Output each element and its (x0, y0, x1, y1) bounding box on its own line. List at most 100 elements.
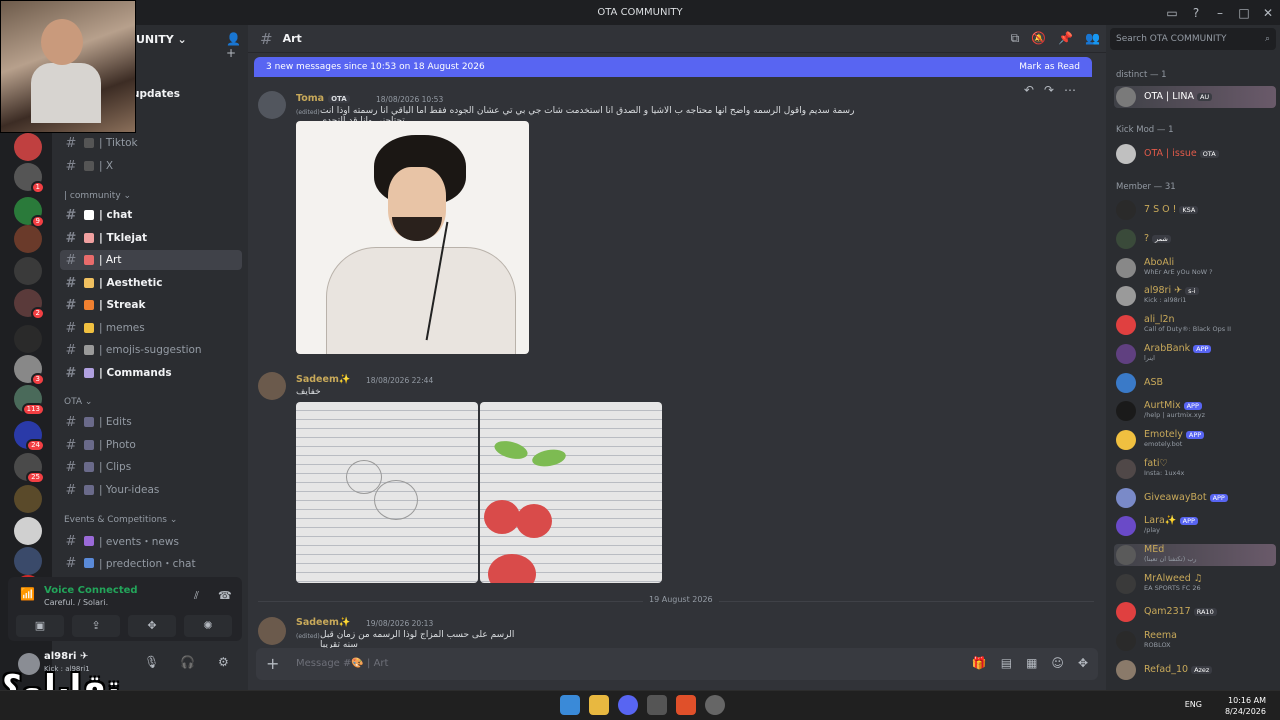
disconnect-icon[interactable]: ☎ (218, 589, 232, 602)
channel-streak[interactable]: # | Streak (60, 295, 242, 315)
close-icon[interactable]: ✕ (1256, 6, 1280, 20)
members-icon[interactable]: 👥 (1085, 31, 1100, 46)
clock[interactable]: 10:16 AM 8/24/2026 (1225, 695, 1266, 717)
more-icon[interactable]: ⋯ (1064, 83, 1076, 97)
member-item[interactable]: Lara✨ APP/play (1114, 515, 1276, 537)
discord-icon[interactable] (618, 695, 638, 715)
reply-icon[interactable]: ↶ (1024, 83, 1034, 97)
pin-icon[interactable]: 📌 (1058, 31, 1073, 46)
channel-emojissuggestion[interactable]: # | emojis-suggestion (60, 340, 242, 360)
server-icon[interactable] (14, 485, 42, 513)
app-icon[interactable] (705, 695, 725, 715)
member-item[interactable]: 7 S O ! KSA (1114, 199, 1276, 221)
channel-memes[interactable]: # | memes (60, 318, 242, 338)
avatar[interactable] (258, 617, 286, 645)
server-icon[interactable] (14, 547, 42, 575)
channel-tiktok[interactable]: # | Tiktok (60, 133, 242, 153)
avatar[interactable] (258, 91, 286, 119)
soundboard-button[interactable]: ✺ (184, 615, 232, 637)
avatar[interactable] (258, 372, 286, 400)
server-icon[interactable] (14, 257, 42, 285)
inbox-icon[interactable]: ▭ (1160, 6, 1184, 20)
member-item[interactable]: OTA | LINA AU (1114, 86, 1276, 108)
channel-yourideas[interactable]: # | Your-ideas (60, 480, 242, 500)
server-icon[interactable]: 3 (14, 355, 45, 386)
server-icon[interactable]: 24 (14, 421, 45, 452)
channel-clips[interactable]: # | Clips (60, 457, 242, 477)
guild-name[interactable]: UNITY ⌄ (136, 33, 187, 46)
channel-chat[interactable]: # | chat (60, 205, 242, 225)
server-icon[interactable]: 113 (14, 385, 45, 416)
server-icon[interactable]: 25 (14, 453, 45, 484)
message-composer[interactable]: + Message #🎨 | Art 🎁 ▤ ▦ ☺ ✥ (256, 648, 1098, 680)
headphones-icon[interactable]: 🎧 (180, 655, 195, 669)
server-icon[interactable]: 2 (14, 289, 45, 320)
composer-placeholder[interactable]: Message #🎨 | Art (296, 658, 388, 669)
camera-button[interactable]: ▣ (16, 615, 64, 637)
channel-commands[interactable]: # | Commands (60, 363, 242, 383)
member-item[interactable]: OTA | issue OTA (1114, 143, 1276, 165)
threads-icon[interactable]: ⧉ (1011, 31, 1020, 46)
channel-edits[interactable]: # | Edits (60, 412, 242, 432)
mic-icon[interactable]: 🎙 (144, 655, 159, 669)
mark-read-button[interactable]: Mark as Read (1019, 62, 1080, 72)
channel-x[interactable]: # | X (60, 156, 242, 176)
member-item[interactable]: MEd (تكتفنا ان تعبنا) رب (1114, 544, 1276, 566)
server-icon[interactable]: 1 (14, 163, 45, 194)
minimize-icon[interactable]: – (1208, 6, 1232, 20)
member-item[interactable]: Reema ROBLOX (1114, 630, 1276, 652)
user-name[interactable]: al98ri ✈ (44, 651, 88, 662)
obs-icon[interactable] (647, 695, 667, 715)
server-icon[interactable] (14, 325, 42, 353)
forward-icon[interactable]: ↷ (1044, 83, 1054, 97)
member-item[interactable]: GiveawayBot APP (1114, 487, 1276, 509)
channel-events-news[interactable]: # | events・news (60, 531, 242, 551)
channel-aesthetic[interactable]: # | Aesthetic (60, 273, 242, 293)
server-icon[interactable] (14, 225, 42, 253)
search-input[interactable]: Search OTA COMMUNITY ⌕ (1110, 28, 1276, 50)
server-icon[interactable]: 9 (14, 197, 45, 228)
member-item[interactable]: Refad_10 Azez (1114, 659, 1276, 681)
channel-category[interactable]: | community ⌄ (64, 191, 131, 201)
gif-icon[interactable]: ▤ (1001, 656, 1012, 670)
tray-language[interactable]: ENG (1185, 700, 1202, 709)
brave-icon[interactable] (676, 695, 696, 715)
new-messages-bar[interactable]: 3 new messages since 10:53 on 18 August … (254, 57, 1092, 77)
member-item[interactable]: ASB (1114, 372, 1276, 394)
activities-button[interactable]: ✥ (128, 615, 176, 637)
server-icon[interactable] (14, 133, 42, 161)
channel-art[interactable]: # | Art (60, 250, 242, 270)
sticker-icon[interactable]: ▦ (1026, 656, 1037, 670)
mute-icon[interactable]: 🔕 (1031, 31, 1046, 46)
channel-category[interactable]: OTA ⌄ (64, 397, 92, 407)
message-author[interactable]: Sadeem✨ (296, 374, 351, 385)
file-explorer-icon[interactable] (589, 695, 609, 715)
plus-icon[interactable]: + (266, 654, 279, 673)
gear-icon[interactable]: ⚙ (218, 655, 229, 669)
attachment-image[interactable] (296, 121, 529, 354)
gift-icon[interactable]: 🎁 (972, 656, 987, 670)
member-item[interactable]: Qam2317 RA10 (1114, 601, 1276, 623)
channel-category[interactable]: Events & Competitions ⌄ (64, 515, 177, 525)
message-author[interactable]: Toma OTA (296, 93, 350, 104)
emoji-icon[interactable]: ☺ (1051, 656, 1064, 670)
server-icon[interactable] (14, 517, 42, 545)
attachment-image[interactable] (480, 402, 662, 583)
member-item[interactable]: ArabBank APP اينرا (1114, 343, 1276, 365)
member-item[interactable]: al98ri ✈ s-i Kick : al98ri1 (1114, 285, 1276, 307)
message-author[interactable]: Sadeem✨ (296, 617, 351, 628)
add-member-icon[interactable]: 👤+ (226, 32, 248, 60)
member-item[interactable]: AurtMix APP/help | aurtmix.xyz (1114, 400, 1276, 422)
apps-icon[interactable]: ✥ (1078, 656, 1088, 670)
attachment-image[interactable] (296, 402, 478, 583)
member-item[interactable]: fati♡ Insta: 1ux4x (1114, 458, 1276, 480)
screenshare-button[interactable]: ⇪ (72, 615, 120, 637)
member-item[interactable]: MrAlweed ♫ EA SPORTS FC 26 (1114, 573, 1276, 595)
help-icon[interactable]: ? (1184, 6, 1208, 20)
channel-predection-chat[interactable]: # | predection・chat (60, 553, 242, 573)
channel-tklejat[interactable]: # | Tklejat (60, 228, 242, 248)
noise-suppression-icon[interactable]: ⫽ (194, 589, 199, 603)
start-icon[interactable] (560, 695, 580, 715)
member-item[interactable]: AboAli WhEr ArE yOu NoW ? (1114, 257, 1276, 279)
member-item[interactable]: ? شمر (1114, 228, 1276, 250)
